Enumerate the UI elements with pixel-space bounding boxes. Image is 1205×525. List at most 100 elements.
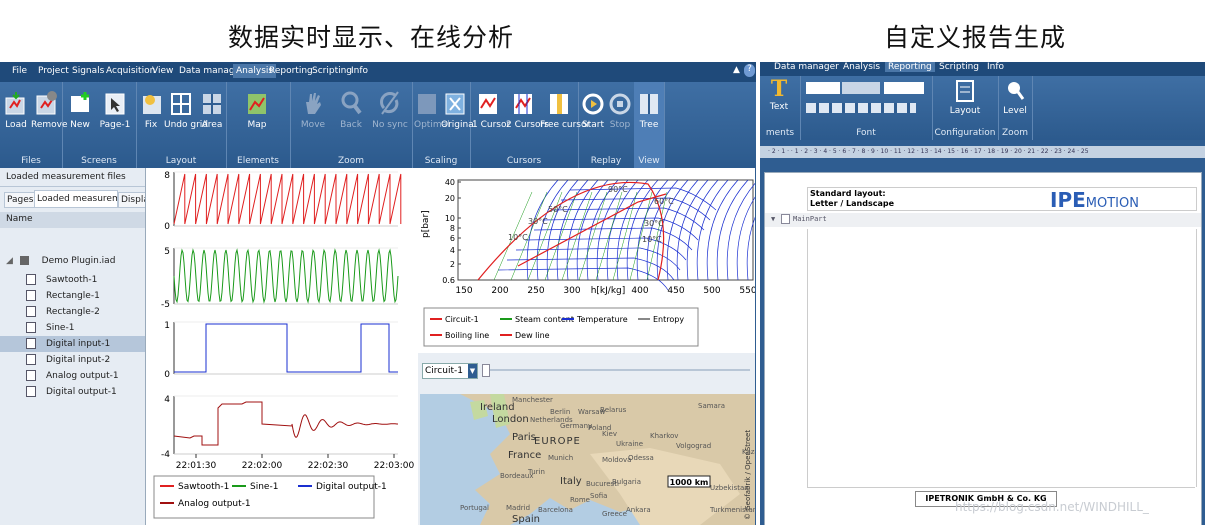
- group-view-label: View: [638, 156, 660, 166]
- map-label: Paris: [512, 432, 536, 443]
- map-label: Ukraine: [616, 440, 643, 448]
- two-cursors-button[interactable]: 2 Cursors: [506, 84, 549, 148]
- move-button[interactable]: Move: [298, 84, 328, 148]
- group-zoom-label: Zoom: [338, 156, 364, 166]
- dropdown-arrow-icon[interactable]: ▼: [468, 364, 477, 378]
- legend-label: Dew line: [515, 331, 550, 340]
- y-tick-label: 8: [164, 171, 170, 181]
- report-menu-scripting[interactable]: Scripting: [939, 62, 979, 72]
- one-cursor-button[interactable]: 1 Cursor: [472, 84, 510, 148]
- circuit-select[interactable]: Circuit-1 ▼: [422, 363, 478, 379]
- free-cursor-button[interactable]: Free cursor: [540, 84, 590, 148]
- tree-item[interactable]: Rectangle-1: [0, 288, 145, 304]
- help-icon[interactable]: ?: [744, 64, 755, 77]
- report-menu-analysis[interactable]: Analysis: [843, 62, 880, 72]
- group-screens: New Page-1 Screens: [62, 82, 137, 168]
- font-name-select[interactable]: [806, 82, 840, 94]
- tree-root[interactable]: ◢ Demo Plugin.iad: [0, 256, 145, 272]
- group-screens-label: Screens: [81, 156, 117, 166]
- x-tick-label: 500: [703, 286, 720, 296]
- map-label: Ireland: [480, 402, 515, 413]
- report-page: Standard layout: Letter / Landscape IPEM…: [764, 172, 1202, 525]
- y-tick-label: 8: [450, 224, 455, 233]
- menu-acquisition[interactable]: Acquisition: [106, 66, 155, 76]
- optimal-icon: [418, 94, 436, 114]
- ribbon: Load Remove Files New Page-1 Screens Fix…: [0, 82, 756, 168]
- font-size-select[interactable]: [884, 82, 924, 94]
- menu-file[interactable]: File: [12, 66, 27, 76]
- report-body[interactable]: [807, 229, 1197, 487]
- menu-project[interactable]: Project: [38, 66, 69, 76]
- tree-item[interactable]: Sine-1: [0, 320, 145, 336]
- page-select-button[interactable]: Page-1: [98, 84, 132, 148]
- y-tick-label: 0: [164, 222, 170, 232]
- map-button[interactable]: Map: [242, 84, 272, 148]
- back-button[interactable]: Back: [336, 84, 366, 148]
- group-layout: Fix Undo grid Area Layout: [136, 82, 227, 168]
- y-tick-label: 4: [450, 246, 455, 255]
- menu-view[interactable]: View: [152, 66, 173, 76]
- tab-pages[interactable]: Pages: [4, 192, 37, 208]
- report-menu-reporting[interactable]: Reporting: [885, 62, 935, 72]
- ipemotion-logo: IPEMOTION: [1050, 188, 1139, 212]
- report-menu-info[interactable]: Info: [987, 62, 1004, 72]
- optimal-button[interactable]: Optimal: [414, 84, 450, 148]
- map-label: Bulgaria: [612, 478, 641, 486]
- replay-slider-track[interactable]: [482, 369, 750, 371]
- tree-item[interactable]: Sawtooth-1: [0, 272, 145, 288]
- menu-reporting[interactable]: Reporting: [269, 66, 313, 76]
- map-label: Kiev: [602, 430, 617, 438]
- x-tick-label: 22:03:00: [374, 461, 415, 471]
- signal-icon: [26, 290, 36, 301]
- map-label: London: [492, 414, 529, 425]
- font-style-buttons[interactable]: [806, 103, 916, 113]
- group-files: Load Remove Files: [0, 82, 68, 168]
- tree-item[interactable]: Rectangle-2: [0, 304, 145, 320]
- x-tick-label: 300: [563, 286, 580, 296]
- level-button[interactable]: Level: [1000, 76, 1030, 124]
- map-label: Belarus: [600, 406, 627, 414]
- signal-charts-svg: 8 0 5 -5 1 0 4 -4 22:01:30 22:02:00 22:02:30 22:03:…: [153, 171, 415, 519]
- menu-info[interactable]: Info: [351, 66, 368, 76]
- legend-label: Boiling line: [445, 331, 489, 340]
- stop-button[interactable]: Stop: [608, 84, 632, 148]
- no-sync-button[interactable]: No sync: [372, 84, 408, 148]
- right-views: 50°C 30°C 10°C 90°C 60°C 30°C 10°C 40 20 10 8 6 4 2 0.…: [418, 168, 756, 525]
- tree-item[interactable]: Digital input-2: [0, 352, 145, 368]
- original-button[interactable]: Original: [441, 84, 476, 148]
- caption-right: 自定义报告生成: [884, 23, 1067, 52]
- remove-button[interactable]: Remove: [31, 84, 68, 148]
- legend-label: Temperature: [576, 315, 628, 324]
- tree-item[interactable]: Digital output-1: [0, 384, 145, 400]
- group-scaling: Optimal Original Scaling: [412, 82, 476, 168]
- start-button[interactable]: Start: [580, 84, 606, 148]
- expand-icon[interactable]: ◢: [6, 256, 13, 266]
- tree-button[interactable]: Tree: [636, 84, 662, 148]
- map-label: Sofia: [590, 492, 607, 500]
- map-label: Uzbekistan: [710, 484, 749, 492]
- report-menu-data-manager[interactable]: Data manager: [774, 62, 839, 72]
- area-button[interactable]: Area: [200, 84, 224, 148]
- ruler: · 2 · 1 · · 1 · 2 · 3 · 4 · 5 · 6 · 7 · …: [760, 146, 1205, 158]
- collapse-icon[interactable]: ▼: [771, 215, 775, 223]
- load-button[interactable]: Load: [2, 84, 30, 148]
- layout-button[interactable]: Layout: [940, 76, 990, 124]
- fix-button[interactable]: Fix: [140, 84, 162, 148]
- collapse-ribbon-icon[interactable]: ▲: [733, 65, 740, 75]
- tab-loaded-measurement[interactable]: Loaded measurement...: [34, 190, 118, 208]
- font-color-select[interactable]: [842, 82, 880, 94]
- tree-item[interactable]: Analog output-1: [0, 368, 145, 384]
- map-label: Portugal: [460, 504, 489, 512]
- mainpart-band[interactable]: ▼ MainPart: [765, 213, 1201, 227]
- tree-icon: [640, 94, 658, 114]
- map-view[interactable]: Ireland Manchester London Berlin Warsaw Belar…: [420, 394, 755, 525]
- menu-signals[interactable]: Signals: [72, 66, 104, 76]
- menu-scripting[interactable]: Scripting: [312, 66, 352, 76]
- name-column-header[interactable]: Name: [0, 212, 145, 228]
- undo-grid-button[interactable]: Undo grid: [164, 84, 208, 148]
- new-screen-button[interactable]: New: [66, 84, 94, 148]
- group-layout-label: Layout: [165, 156, 197, 166]
- tree-item[interactable]: Digital input-1: [0, 336, 145, 352]
- replay-slider-thumb[interactable]: [482, 364, 490, 377]
- text-button[interactable]: T Text: [760, 76, 798, 124]
